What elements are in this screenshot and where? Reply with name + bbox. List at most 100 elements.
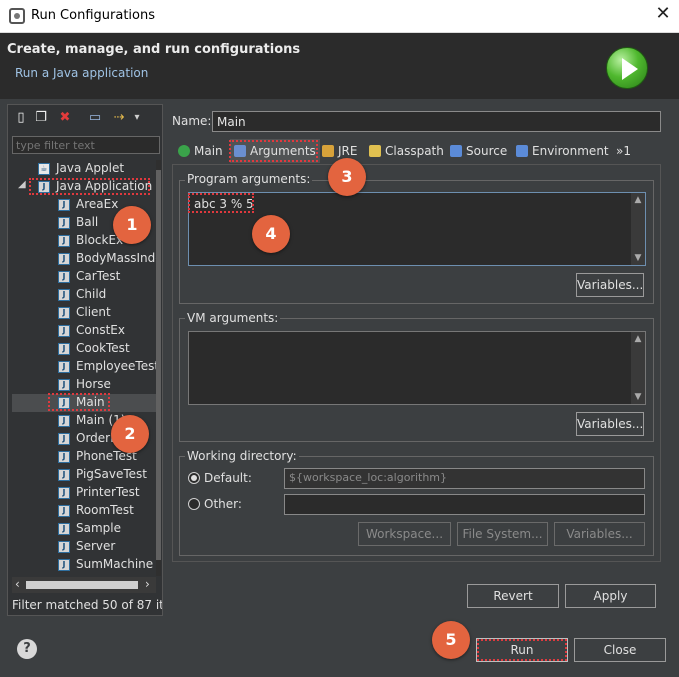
java-config-icon: J — [58, 433, 70, 445]
workspace-button[interactable]: Workspace... — [358, 522, 451, 546]
arguments-tab-panel: Program arguments: abc 3 % 5 ▲ ▼ Variable… — [172, 164, 661, 562]
tree-item-java-applet[interactable]: ☕ Java Applet — [12, 160, 156, 178]
scroll-up-icon[interactable]: ▲ — [631, 334, 645, 344]
java-config-icon: J — [58, 451, 70, 463]
java-config-icon: J — [58, 523, 70, 535]
tab-classpath[interactable]: Classpath — [369, 139, 444, 163]
java-config-icon: J — [58, 289, 70, 301]
filter-icon[interactable]: ⇢ — [110, 109, 128, 127]
new-config-icon[interactable]: ▯ — [12, 109, 30, 127]
tree-vertical-scrollbar[interactable] — [156, 160, 161, 576]
tree-item[interactable]: J PrinterTest — [12, 484, 156, 502]
tab-environment[interactable]: Environment — [516, 139, 609, 163]
name-label: Name: — [172, 114, 212, 128]
scroll-up-icon[interactable]: ▲ — [631, 195, 645, 205]
vm-variables-button[interactable]: Variables... — [576, 412, 644, 436]
jre-tab-icon — [322, 145, 334, 157]
tree-item[interactable]: J EmployeeTest — [12, 358, 156, 376]
java-config-icon: J — [58, 487, 70, 499]
vm-args-label: VM arguments: — [185, 311, 281, 325]
file-system-button[interactable]: File System... — [457, 522, 548, 546]
tree-item[interactable]: J Child — [12, 286, 156, 304]
step-badge-4: 4 — [252, 215, 290, 253]
step-badge-1: 1 — [113, 206, 151, 244]
close-icon[interactable]: ✕ — [652, 3, 674, 27]
tree-item[interactable]: J SumMachine — [12, 556, 156, 574]
tree-item[interactable]: J Client — [12, 304, 156, 322]
java-config-icon: J — [58, 469, 70, 481]
scroll-thumb[interactable] — [156, 170, 161, 560]
tree-item[interactable]: JBodyMassIndex — [12, 250, 156, 268]
delete-icon[interactable]: ✖ — [56, 109, 74, 127]
java-config-icon: J — [58, 325, 70, 337]
java-config-icon: J — [58, 253, 70, 265]
tree-item[interactable]: J ConstEx — [12, 322, 156, 340]
filter-status: Filter matched 50 of 87 items — [12, 598, 162, 612]
tree-item[interactable]: J CarTest — [12, 268, 156, 286]
tree-item[interactable]: J Horse — [12, 376, 156, 394]
collapse-all-icon[interactable]: ▭ — [86, 109, 104, 127]
scroll-down-icon[interactable]: ▼ — [631, 253, 645, 263]
tab-overflow[interactable]: »1 — [616, 139, 631, 163]
java-config-icon: J — [58, 541, 70, 553]
vm-args-textarea[interactable]: ▲ ▼ — [188, 331, 646, 405]
title-bar: Run Configurations ✕ — [0, 0, 679, 33]
highlight-program-args — [188, 193, 254, 213]
program-args-label: Program arguments: — [185, 172, 313, 186]
working-dir-label: Working directory: — [185, 449, 299, 463]
default-label: Default: — [204, 471, 252, 485]
other-label: Other: — [204, 497, 242, 511]
java-config-icon: J — [58, 361, 70, 373]
textarea-scrollbar[interactable]: ▲ ▼ — [631, 332, 645, 404]
java-config-icon: J — [58, 559, 70, 571]
default-radio[interactable] — [188, 472, 200, 484]
java-config-icon: J — [58, 505, 70, 517]
duplicate-icon[interactable]: ❐ — [32, 109, 50, 127]
step-badge-3: 3 — [328, 158, 366, 196]
java-config-icon: J — [58, 199, 70, 211]
java-config-icon: J — [58, 217, 70, 229]
working-variables-button[interactable]: Variables... — [554, 522, 645, 546]
tree-item[interactable]: J Sample — [12, 520, 156, 538]
textarea-scrollbar[interactable]: ▲ ▼ — [631, 193, 645, 265]
scroll-thumb[interactable] — [26, 581, 138, 589]
tree-item[interactable]: J Server — [12, 538, 156, 556]
highlight-arguments-tab — [229, 140, 318, 162]
highlight-java-application — [29, 178, 150, 195]
scroll-left-icon[interactable]: ‹ — [15, 577, 20, 591]
tree-horizontal-scrollbar[interactable]: ‹ › — [12, 577, 156, 593]
filter-input[interactable] — [12, 136, 160, 154]
program-variables-button[interactable]: Variables... — [576, 273, 644, 297]
name-input[interactable] — [212, 111, 661, 132]
tree-item[interactable]: J RoomTest — [12, 502, 156, 520]
step-badge-2: 2 — [111, 415, 149, 453]
expand-arrow-icon[interactable]: ◢ — [18, 179, 26, 190]
highlight-run-button — [477, 639, 567, 661]
apply-button[interactable]: Apply — [565, 584, 656, 608]
header-title: Create, manage, and run configurations — [7, 42, 301, 57]
tab-main[interactable]: Main — [178, 139, 223, 163]
other-dir-field[interactable] — [284, 494, 645, 515]
java-config-icon: J — [58, 415, 70, 427]
revert-button[interactable]: Revert — [467, 584, 559, 608]
source-tab-icon — [450, 145, 462, 157]
other-radio[interactable] — [188, 498, 200, 510]
scroll-right-icon[interactable]: › — [145, 577, 150, 591]
default-dir-field: ${workspace_loc:algorithm} — [284, 468, 645, 489]
close-button[interactable]: Close — [574, 638, 666, 662]
highlight-main — [48, 393, 110, 411]
dropdown-icon[interactable]: ▾ — [128, 109, 146, 127]
step-badge-5: 5 — [432, 621, 470, 659]
java-config-icon: J — [58, 271, 70, 283]
header-subtitle: Run a Java application — [15, 66, 149, 80]
environment-tab-icon — [516, 145, 528, 157]
scroll-down-icon[interactable]: ▼ — [631, 392, 645, 402]
classpath-tab-icon — [369, 145, 381, 157]
java-config-icon: J — [58, 235, 70, 247]
applet-icon: ☕ — [38, 163, 50, 175]
tree-item[interactable]: J CookTest — [12, 340, 156, 358]
tree-item[interactable]: J PigSaveTest — [12, 466, 156, 484]
help-icon[interactable]: ? — [17, 639, 37, 659]
window-title: Run Configurations — [31, 8, 155, 23]
tab-source[interactable]: Source — [450, 139, 507, 163]
